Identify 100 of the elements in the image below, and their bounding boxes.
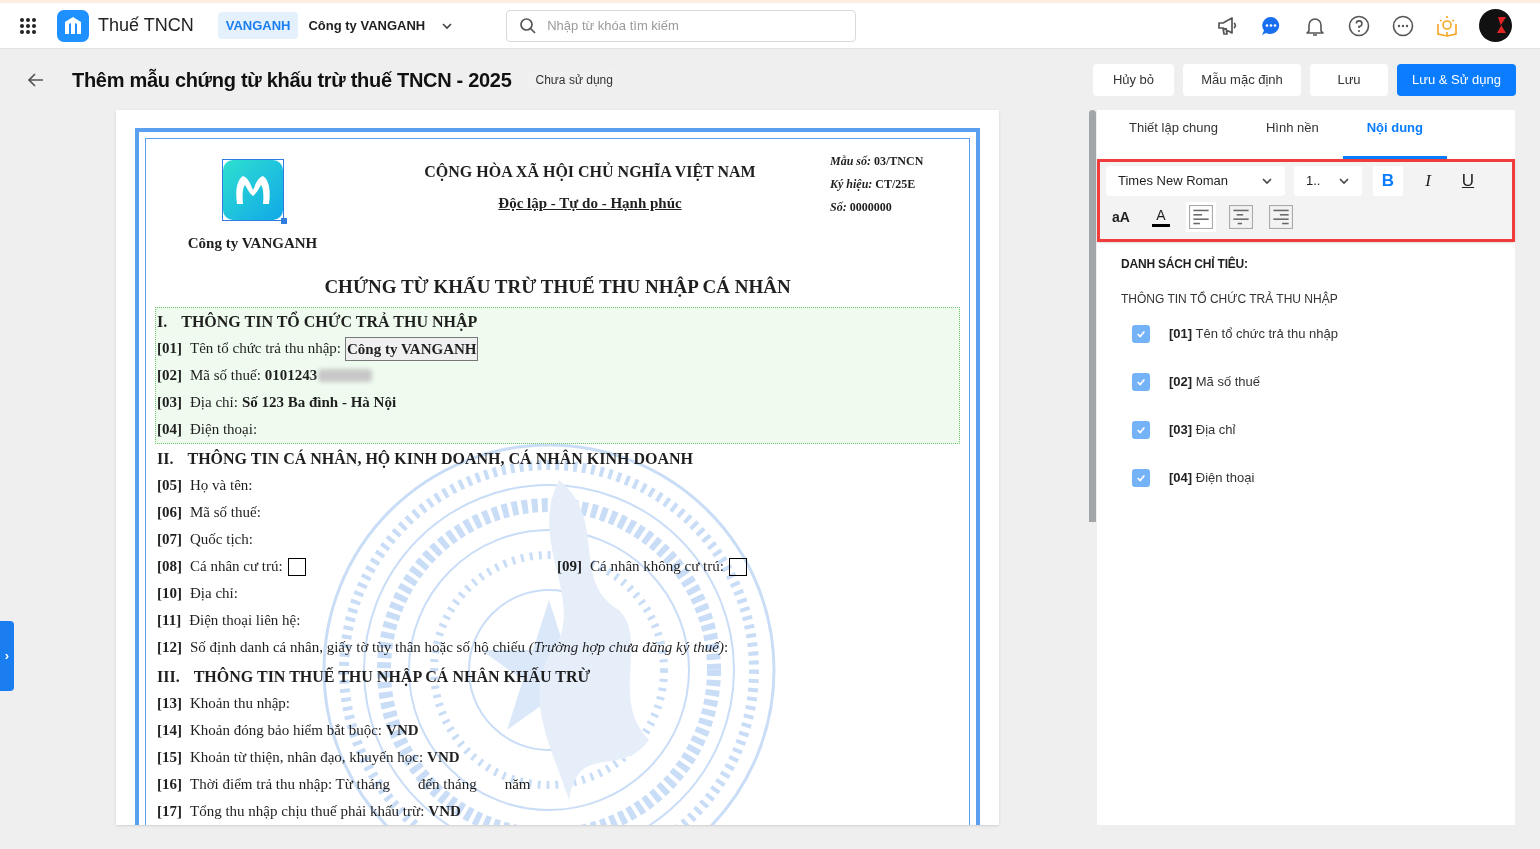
primary-button[interactable]: Lưu & Sử dụng bbox=[1397, 63, 1516, 96]
field-code: [07] bbox=[157, 530, 182, 550]
checkbox[interactable] bbox=[1132, 469, 1150, 487]
company-logo[interactable] bbox=[221, 159, 284, 221]
field-code: [08] bbox=[157, 557, 182, 577]
italic-button[interactable]: I bbox=[1413, 166, 1443, 196]
more-icon[interactable] bbox=[1391, 13, 1415, 38]
align-left-icon bbox=[1189, 205, 1213, 229]
apps-grid-icon[interactable] bbox=[19, 16, 37, 35]
national-motto: Độc lập - Tự do - Hạnh phúc bbox=[498, 194, 682, 213]
scrollbar-thumb[interactable] bbox=[1089, 110, 1096, 522]
field-value: VND bbox=[427, 748, 460, 768]
section-heading: THÔNG TIN CÁ NHÂN, HỘ KINH DOANH, CÁ NHÂN KINH DOANH bbox=[187, 448, 693, 470]
field-label: Tổng thu nhập chịu thuế phải khấu trừ: bbox=[190, 802, 425, 822]
tab[interactable]: Thiết lập chung bbox=[1105, 110, 1242, 159]
font-color-button[interactable]: A bbox=[1146, 202, 1176, 232]
field-code: [10] bbox=[157, 584, 182, 604]
company-name[interactable]: Công ty VANGANH bbox=[308, 15, 426, 36]
search-field[interactable]: Nhập từ khóa tìm kiếm bbox=[506, 9, 857, 42]
field-code: [03] bbox=[157, 393, 182, 413]
checkbox[interactable] bbox=[1132, 325, 1150, 343]
field-code: [09] bbox=[557, 557, 582, 577]
app-title: Thuế TNCN bbox=[98, 14, 194, 37]
check-icon bbox=[1136, 377, 1146, 387]
search-icon bbox=[519, 16, 538, 35]
user-avatar[interactable] bbox=[1479, 9, 1512, 42]
field-label: Quốc tịch: bbox=[190, 530, 253, 550]
company-logo-icon bbox=[222, 160, 283, 220]
section-number: I. bbox=[157, 311, 168, 332]
align-right-button[interactable] bbox=[1266, 202, 1296, 232]
meta-value: 03/TNCN bbox=[874, 153, 924, 170]
secondary-button[interactable]: Hủy bỏ bbox=[1093, 63, 1174, 96]
group-title: THÔNG TIN TỔ CHỨC TRẢ THU NHẬP bbox=[1121, 290, 1339, 308]
secondary-button[interactable]: Mẫu mặc định bbox=[1183, 63, 1301, 96]
tab[interactable]: Hình nền bbox=[1241, 110, 1343, 159]
checkbox[interactable] bbox=[728, 557, 747, 576]
check-icon bbox=[1136, 425, 1146, 435]
field-label: Điện thoại liên hệ: bbox=[189, 611, 301, 631]
item-label: [03] Địa chỉ bbox=[1169, 421, 1236, 440]
field-code: [11] bbox=[157, 611, 182, 631]
field-label: Khoản thu nhập: bbox=[190, 694, 290, 714]
checkbox[interactable] bbox=[287, 557, 306, 576]
align-right-icon bbox=[1269, 205, 1293, 229]
field-label: Địa chỉ: bbox=[190, 393, 238, 413]
field-label: Khoản từ thiện, nhân đạo, khuyến học: bbox=[190, 748, 424, 768]
field-value: 0101243 bbox=[264, 366, 318, 386]
field-value: VND bbox=[386, 721, 419, 741]
font-dropdown[interactable]: Times New Roman bbox=[1106, 166, 1285, 196]
help-icon[interactable] bbox=[1347, 13, 1371, 38]
section-heading: THÔNG TIN TỔ CHỨC TRẢ THU NHẬP bbox=[181, 310, 478, 333]
underline-button[interactable]: U bbox=[1453, 166, 1483, 196]
field-label: Tên tổ chức trả thu nhập: bbox=[190, 339, 341, 359]
field-label: Địa chỉ: bbox=[190, 584, 238, 604]
check-icon bbox=[1136, 329, 1146, 339]
field-code: [15] bbox=[157, 748, 182, 768]
field-code: [01] bbox=[157, 339, 182, 359]
field-label: Số định danh cá nhân, giấy tờ tùy thân hoặc số hộ chiếu (Trường hợp chưa đăng ký thuế): bbox=[190, 638, 729, 658]
page-title: Thêm mẫu chứng từ khấu trừ thuế TNCN - 2025 bbox=[72, 67, 512, 93]
meta-label: Mẫu số: bbox=[830, 153, 871, 170]
side-panel-toggle[interactable]: › bbox=[0, 621, 14, 691]
item-label: [01] Tên tổ chức trả thu nhập bbox=[1169, 325, 1338, 344]
field-label: năm bbox=[504, 775, 531, 795]
check-icon bbox=[1136, 473, 1146, 483]
checkbox[interactable] bbox=[1132, 373, 1150, 391]
text-case-button[interactable]: aA bbox=[1106, 202, 1136, 232]
field-code: [05] bbox=[157, 476, 182, 496]
value-field[interactable]: Công ty VANGANH bbox=[345, 336, 479, 361]
item-label: [04] Điện thoại bbox=[1169, 469, 1255, 488]
align-center-button[interactable] bbox=[1226, 202, 1256, 232]
font-size-value: 1.. bbox=[1306, 172, 1321, 191]
item-label: [02] Mã số thuế bbox=[1169, 373, 1261, 392]
field-code: [02] bbox=[157, 366, 182, 386]
back-arrow-icon[interactable] bbox=[27, 70, 45, 89]
field-code: [12] bbox=[157, 638, 182, 658]
field-label: Cá nhân cư trú: bbox=[190, 557, 283, 577]
app-logo-icon bbox=[57, 9, 89, 42]
national-title: CỘNG HÒA XÃ HỘI CHỦ NGHĨA VIỆT NAM bbox=[424, 161, 756, 183]
field-value: Số 123 Ba đình - Hà Nội bbox=[241, 393, 397, 413]
field-code: [17] bbox=[157, 802, 182, 822]
chevron-down-icon bbox=[1338, 175, 1350, 187]
field-code: [14] bbox=[157, 721, 182, 741]
bold-button[interactable]: B bbox=[1373, 166, 1403, 196]
company-code-badge: VANGANH bbox=[217, 11, 299, 40]
field-label: Họ và tên: bbox=[190, 476, 253, 496]
field-code: [06] bbox=[157, 503, 182, 523]
section-heading: THÔNG TIN THUẾ THU NHẬP CÁ NHÂN KHẤU TRỪ bbox=[193, 666, 591, 688]
font-name: Times New Roman bbox=[1118, 172, 1229, 191]
align-center-icon bbox=[1229, 205, 1253, 229]
field-label: Mã số thuế: bbox=[190, 366, 261, 386]
field-label: Cá nhân không cư trú: bbox=[590, 557, 724, 577]
secondary-button[interactable]: Lưu bbox=[1310, 63, 1388, 96]
align-left-button[interactable] bbox=[1186, 202, 1216, 232]
font-size-dropdown[interactable]: 1.. bbox=[1294, 166, 1362, 196]
field-label: đến tháng bbox=[417, 775, 477, 795]
field-code: [16] bbox=[157, 775, 182, 795]
resize-handle[interactable] bbox=[280, 218, 287, 224]
field-label: Thời điểm trả thu nhập: Từ tháng bbox=[190, 775, 390, 795]
company-name: Công ty VANGANH bbox=[187, 234, 318, 253]
checkbox[interactable] bbox=[1132, 421, 1150, 439]
field-value: VND bbox=[428, 802, 461, 822]
